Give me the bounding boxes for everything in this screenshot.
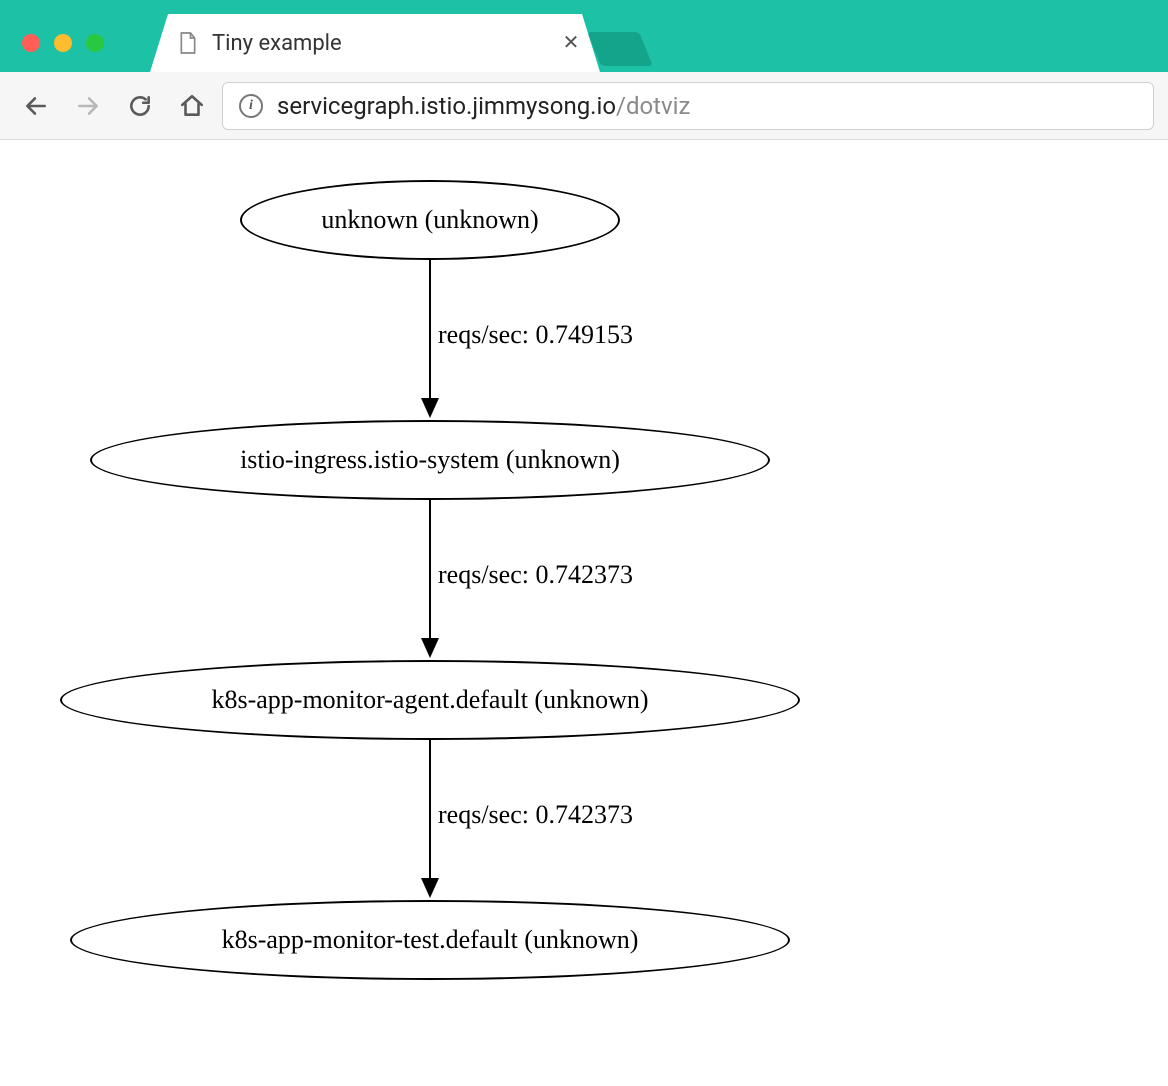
graph-node-monitor-test: k8s-app-monitor-test.default (unknown): [70, 900, 790, 980]
graph-edge: [429, 740, 431, 880]
site-info-icon[interactable]: i: [239, 94, 263, 118]
graph-edge-label: reqs/sec: 0.742373: [438, 560, 633, 590]
graph-edge-label: reqs/sec: 0.742373: [438, 800, 633, 830]
graph-edge: [429, 260, 431, 400]
graph-node-istio-ingress: istio-ingress.istio-system (unknown): [90, 420, 770, 500]
browser-toolbar: i servicegraph.istio.jimmysong.io/dotviz: [0, 72, 1168, 140]
arrowhead-icon: [421, 398, 439, 418]
tab-title: Tiny example: [212, 31, 548, 56]
window-controls: [22, 34, 104, 52]
tab-close-button[interactable]: ✕: [562, 34, 580, 52]
graph-edge-label: reqs/sec: 0.749153: [438, 320, 633, 350]
url-text: servicegraph.istio.jimmysong.io/dotviz: [277, 92, 1137, 120]
graph-edge: [429, 500, 431, 640]
page-viewport: unknown (unknown) istio-ingress.istio-sy…: [0, 180, 1168, 1086]
browser-tab[interactable]: Tiny example ✕: [150, 14, 600, 72]
window-close-button[interactable]: [22, 34, 40, 52]
window-minimize-button[interactable]: [54, 34, 72, 52]
url-path: /dotviz: [616, 92, 690, 120]
tab-strip: Tiny example ✕: [150, 14, 646, 72]
page-icon: [178, 31, 198, 55]
graph-node-unknown: unknown (unknown): [240, 180, 620, 260]
browser-chrome: Tiny example ✕: [0, 0, 1168, 72]
forward-button[interactable]: [66, 84, 110, 128]
arrowhead-icon: [421, 638, 439, 658]
arrowhead-icon: [421, 878, 439, 898]
back-button[interactable]: [14, 84, 58, 128]
home-button[interactable]: [170, 84, 214, 128]
window-zoom-button[interactable]: [86, 34, 104, 52]
new-tab-button[interactable]: [587, 32, 653, 66]
url-host: servicegraph.istio.jimmysong.io: [277, 92, 616, 120]
reload-button[interactable]: [118, 84, 162, 128]
address-bar[interactable]: i servicegraph.istio.jimmysong.io/dotviz: [222, 82, 1154, 130]
graph-node-monitor-agent: k8s-app-monitor-agent.default (unknown): [60, 660, 800, 740]
